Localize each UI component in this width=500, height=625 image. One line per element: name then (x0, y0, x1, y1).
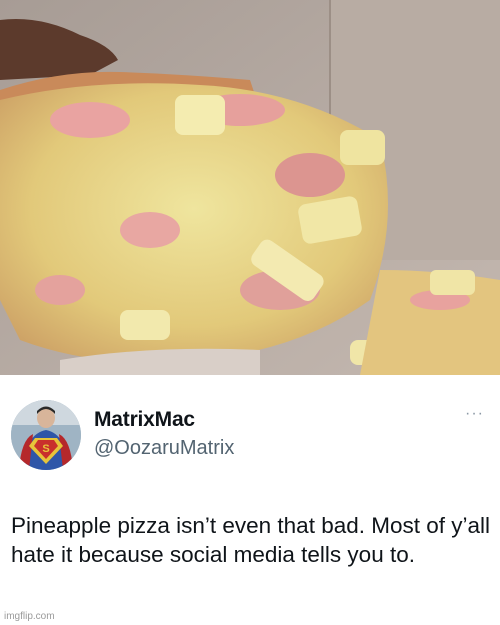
display-name[interactable]: MatrixMac (94, 408, 195, 432)
tweet-text: Pineapple pizza isn’t even that bad. Mos… (11, 513, 491, 567)
more-options-icon[interactable]: ··· (465, 405, 484, 423)
svg-text:S: S (42, 443, 49, 455)
user-handle[interactable]: @OozaruMatrix (94, 437, 234, 460)
superman-avatar-icon: S (11, 400, 81, 470)
watermark: imgflip.com (4, 611, 55, 622)
tweet-card: S MatrixMac @OozaruMatrix ··· Pineapple … (0, 375, 500, 625)
pizza-photo (0, 0, 500, 375)
avatar[interactable]: S (11, 400, 81, 470)
